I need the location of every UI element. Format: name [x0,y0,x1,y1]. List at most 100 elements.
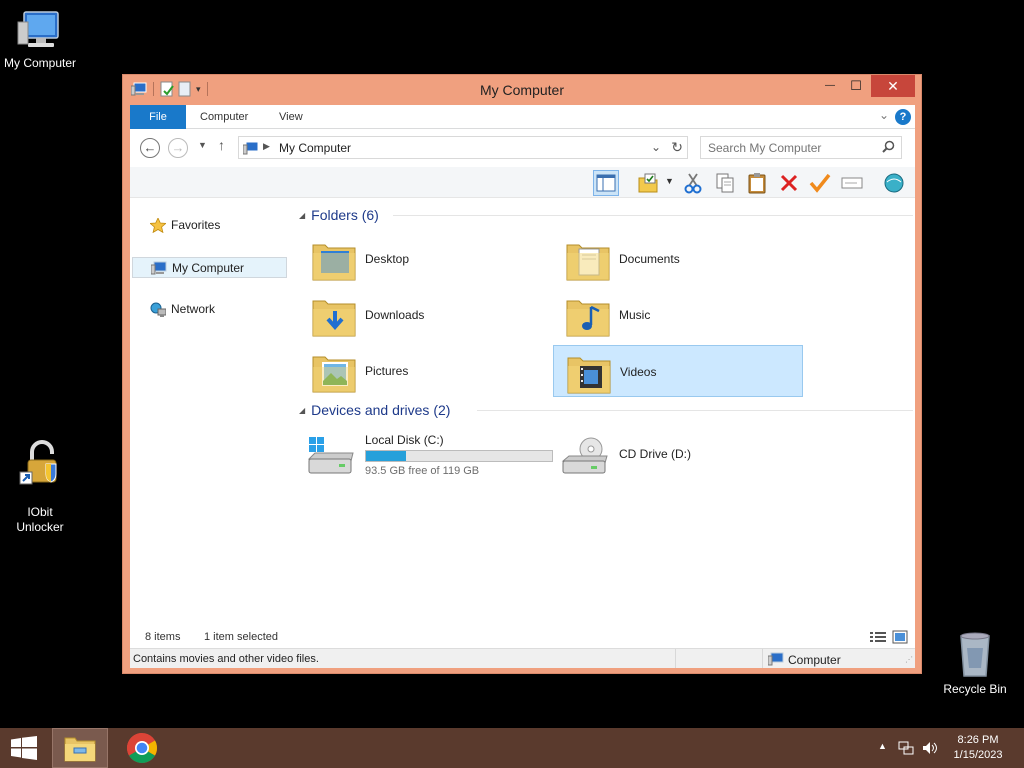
folder-label: Desktop [365,252,410,266]
explorer-window: ▾ My Computer — ☐ ✕ File Computer View ⌄… [122,74,922,674]
pictures-folder-icon [312,356,356,393]
computer-small-icon [151,261,167,275]
folder-documents[interactable]: Documents [553,233,803,285]
folder-music[interactable]: Music [553,289,803,341]
address-dropdown-icon[interactable]: ⌄ [651,140,661,154]
disk-usage-fill [366,451,406,461]
location-zone: Computer [788,653,841,667]
nav-item-label: Network [171,302,216,316]
drive-local-disk-c[interactable]: Local Disk (C:) 93.5 GB free of 119 GB [299,427,553,479]
nav-item-my-computer[interactable]: My Computer [132,257,287,278]
clipboard-icon [748,173,766,194]
shell-extension-button[interactable] [881,170,907,196]
computer-icon [17,11,59,47]
resize-grip-icon[interactable]: ⋰ [905,655,913,664]
desktop-icon-recycle-bin[interactable]: Recycle Bin [935,630,1015,697]
folder-downloads[interactable]: Downloads [299,289,549,341]
drive-cd-d[interactable]: CD Drive (D:) [553,427,803,479]
taskbar-file-explorer[interactable] [52,728,108,768]
tab-view[interactable]: View [265,105,317,129]
preview-pane-button[interactable] [593,170,619,196]
nav-item-label: Favorites [171,218,221,232]
desktop-icon-my-computer[interactable]: My Computer [0,10,80,71]
details-view-icon[interactable] [870,631,886,643]
apply-button[interactable] [807,170,833,196]
search-box[interactable] [700,136,902,159]
windows-logo-icon [11,736,37,760]
window-title: My Computer [479,82,565,98]
preview-pane-icon [596,174,616,192]
content-pane: ◢ Folders (6) Desktop Documents Downloads… [295,199,913,639]
delete-button[interactable] [776,170,802,196]
nav-item-label: My Computer [172,261,245,275]
rename-button[interactable] [839,170,865,196]
recent-locations-icon[interactable]: ▼ [198,140,207,150]
system-tray: ▲ 8:26 PM 1/15/2023 [864,728,1024,768]
group-header-folders[interactable]: ◢ Folders (6) [299,207,913,223]
help-button[interactable]: ? [895,109,911,125]
item-count: 8 items [145,631,181,643]
start-button[interactable] [0,728,48,768]
copy-button[interactable] [712,170,738,196]
videos-folder-icon [567,357,611,394]
ribbon-tabs: File Computer View ⌄ ? [130,105,915,129]
select-folder-button[interactable] [635,170,661,196]
desktop-icon-iobit-unlocker[interactable]: IObit Unlocker [0,425,80,535]
forward-button[interactable]: → [168,138,188,158]
address-path: My Computer [279,141,352,155]
star-icon [150,218,166,233]
chrome-icon [126,733,158,764]
file-explorer-icon [64,737,96,762]
maximize-button[interactable]: ☐ [843,75,869,97]
delete-x-icon [780,174,798,192]
close-button[interactable]: ✕ [871,75,915,97]
collapse-triangle-icon[interactable]: ◢ [299,211,305,220]
folder-pictures[interactable]: Pictures [299,345,549,397]
minimize-button[interactable]: — [817,75,843,97]
nav-item-favorites[interactable]: Favorites [132,215,287,236]
paste-button[interactable] [744,170,770,196]
title-bar[interactable]: ▾ My Computer — ☐ ✕ [123,75,921,105]
desktop-icon-label: IObit Unlocker [16,505,64,534]
clock[interactable]: 8:26 PM 1/15/2023 [948,733,1008,763]
clock-time: 8:26 PM [957,734,999,746]
status-divider [762,649,763,668]
network-tray-icon[interactable] [898,740,914,756]
clock-date: 1/15/2023 [953,749,1003,761]
folder-label: Documents [619,252,680,266]
back-button[interactable]: ← [140,138,160,158]
cd-drive-icon [561,437,608,474]
collapse-triangle-icon[interactable]: ◢ [299,406,305,415]
folder-desktop[interactable]: Desktop [299,233,549,285]
folder-check-icon [638,173,658,193]
documents-folder-icon [566,244,610,281]
taskbar: ▲ 8:26 PM 1/15/2023 [0,728,1024,768]
group-header-devices[interactable]: ◢ Devices and drives (2) [299,402,913,418]
up-button[interactable]: ↑ [218,137,225,153]
disk-usage-bar [365,450,553,462]
refresh-icon[interactable]: ↻ [671,139,683,156]
cut-button[interactable] [680,170,706,196]
group-title: Folders (6) [311,207,379,223]
desktop-folder-icon [312,244,356,281]
ribbon-expand-icon[interactable]: ⌄ [879,108,889,122]
rename-icon [841,177,863,189]
nav-item-network[interactable]: Network [132,299,287,320]
search-icon[interactable] [882,140,895,153]
folder-label: Pictures [365,364,409,378]
select-dropdown-icon[interactable]: ▼ [665,176,674,186]
drive-free-space: 93.5 GB free of 119 GB [365,465,480,477]
taskbar-chrome[interactable] [114,728,170,768]
scissors-icon [684,173,702,194]
group-divider [393,215,913,216]
large-icons-view-icon[interactable] [892,630,908,644]
folder-videos[interactable]: Videos [553,345,803,397]
show-hidden-icons-icon[interactable]: ▲ [878,741,887,751]
breadcrumb-arrow-icon[interactable]: ▶ [263,141,270,152]
address-bar[interactable]: ▶ My Computer ⌄ ↻ [238,136,688,159]
volume-icon[interactable] [922,740,938,756]
tab-file[interactable]: File [130,105,186,129]
hard-drive-icon [307,437,354,474]
search-input[interactable] [701,137,871,158]
tab-computer[interactable]: Computer [186,105,262,129]
